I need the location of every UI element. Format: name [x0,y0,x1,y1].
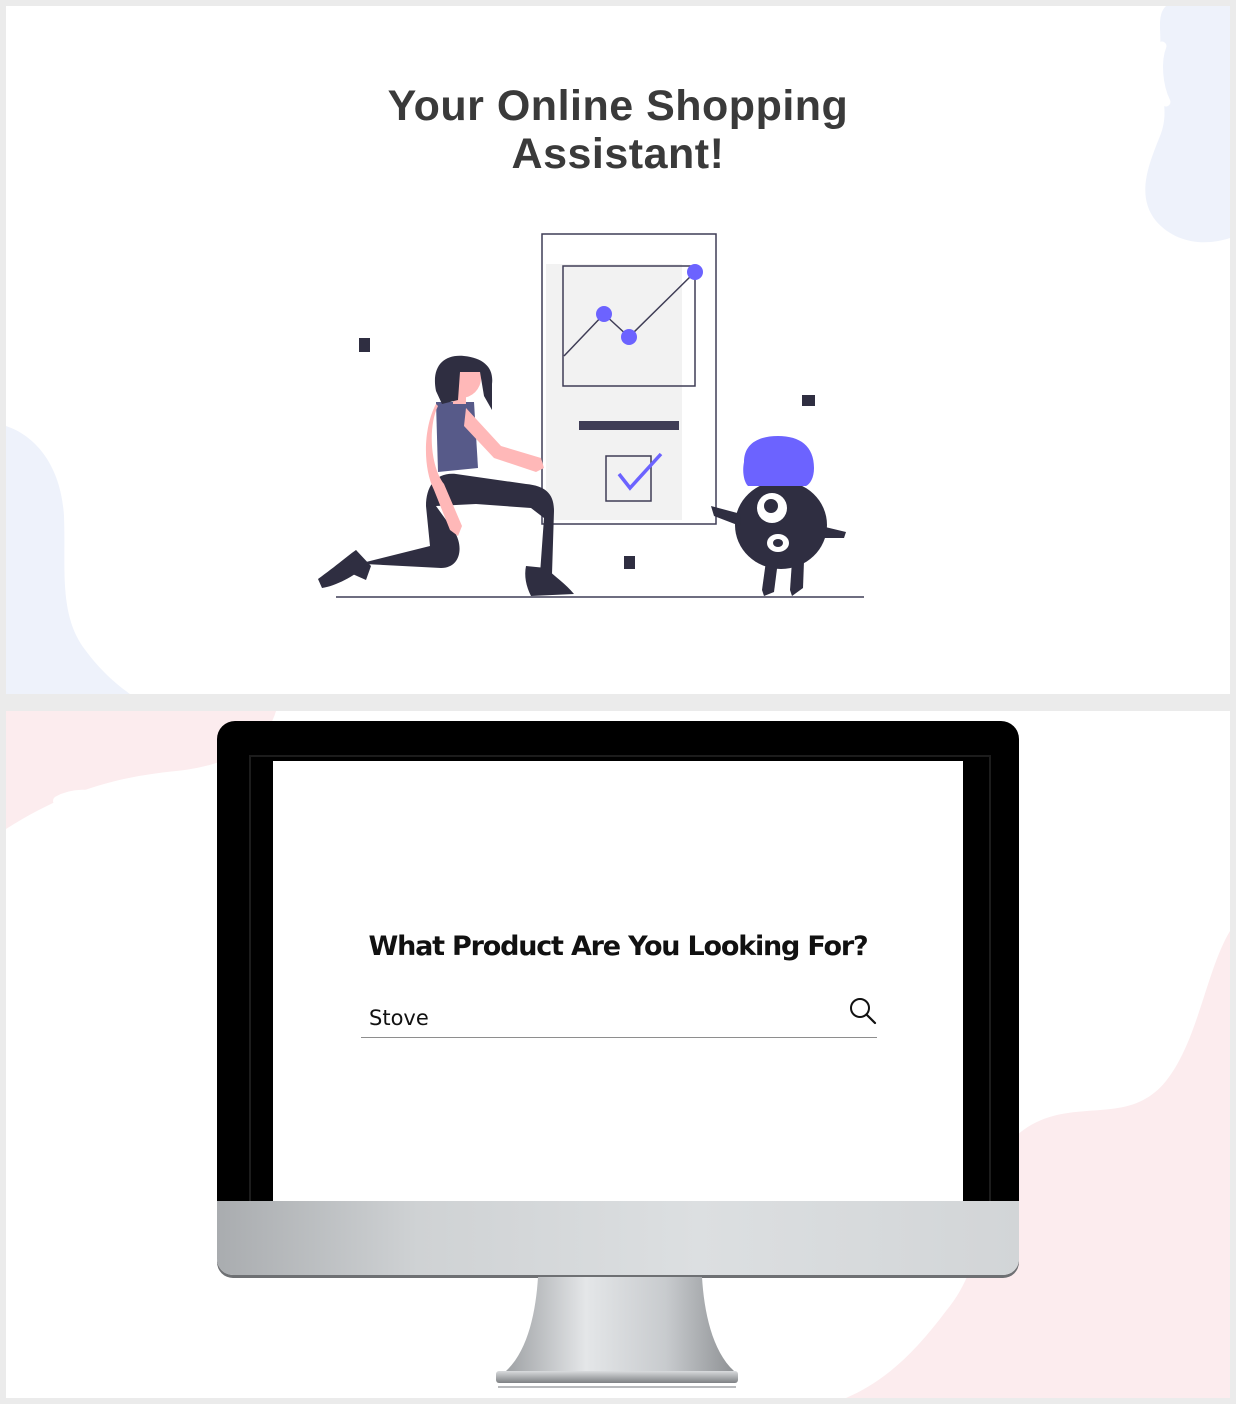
woman-figure [318,355,574,596]
hero-panel: Your Online Shopping Assistant! [6,6,1230,694]
search-panel: What Product Are You Looking For? [6,711,1230,1398]
monster-figure [711,436,846,596]
monitor-stand [496,1277,738,1388]
shopping-assistant-illustration [318,233,864,598]
